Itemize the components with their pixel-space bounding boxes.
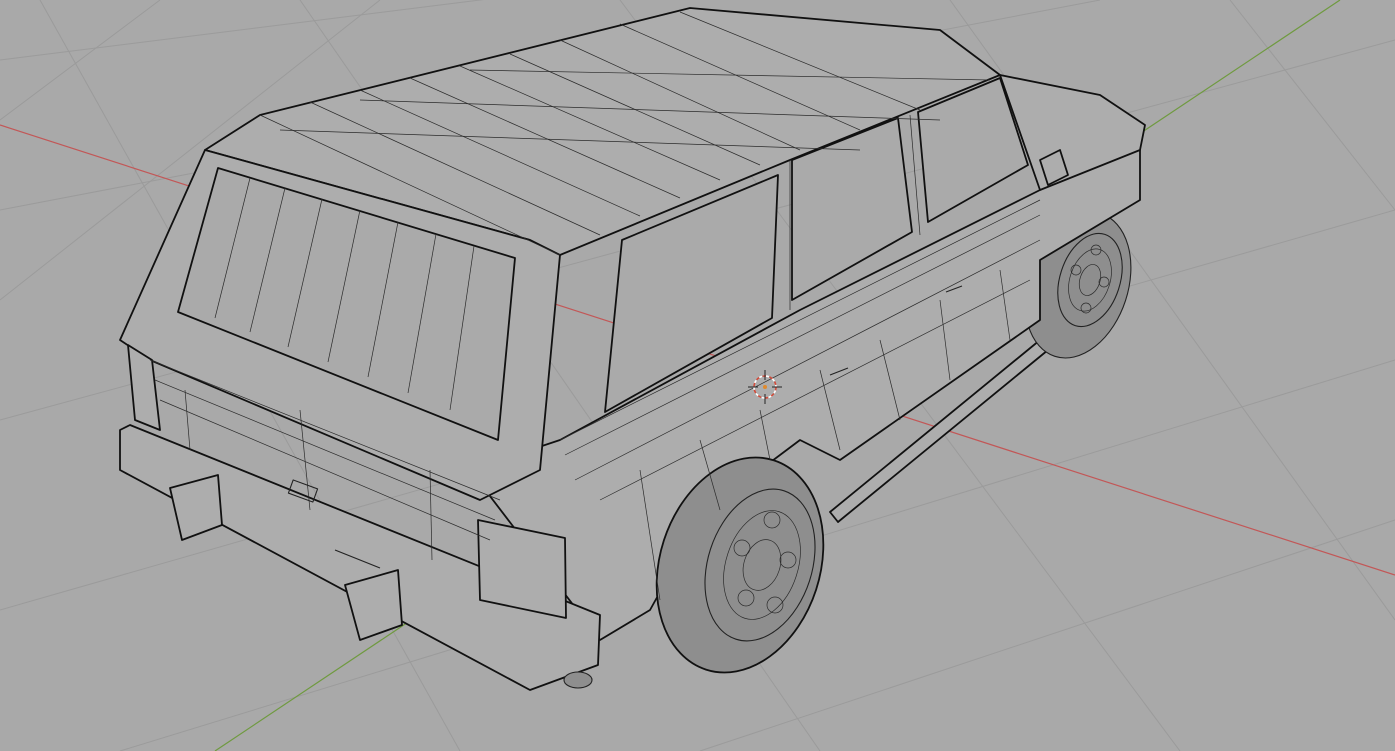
- 3d-viewport[interactable]: [0, 0, 1395, 751]
- viewport-canvas[interactable]: [0, 0, 1395, 751]
- suv-wireframe-model[interactable]: [119, 7, 1149, 694]
- exhaust-pipe: [563, 671, 593, 689]
